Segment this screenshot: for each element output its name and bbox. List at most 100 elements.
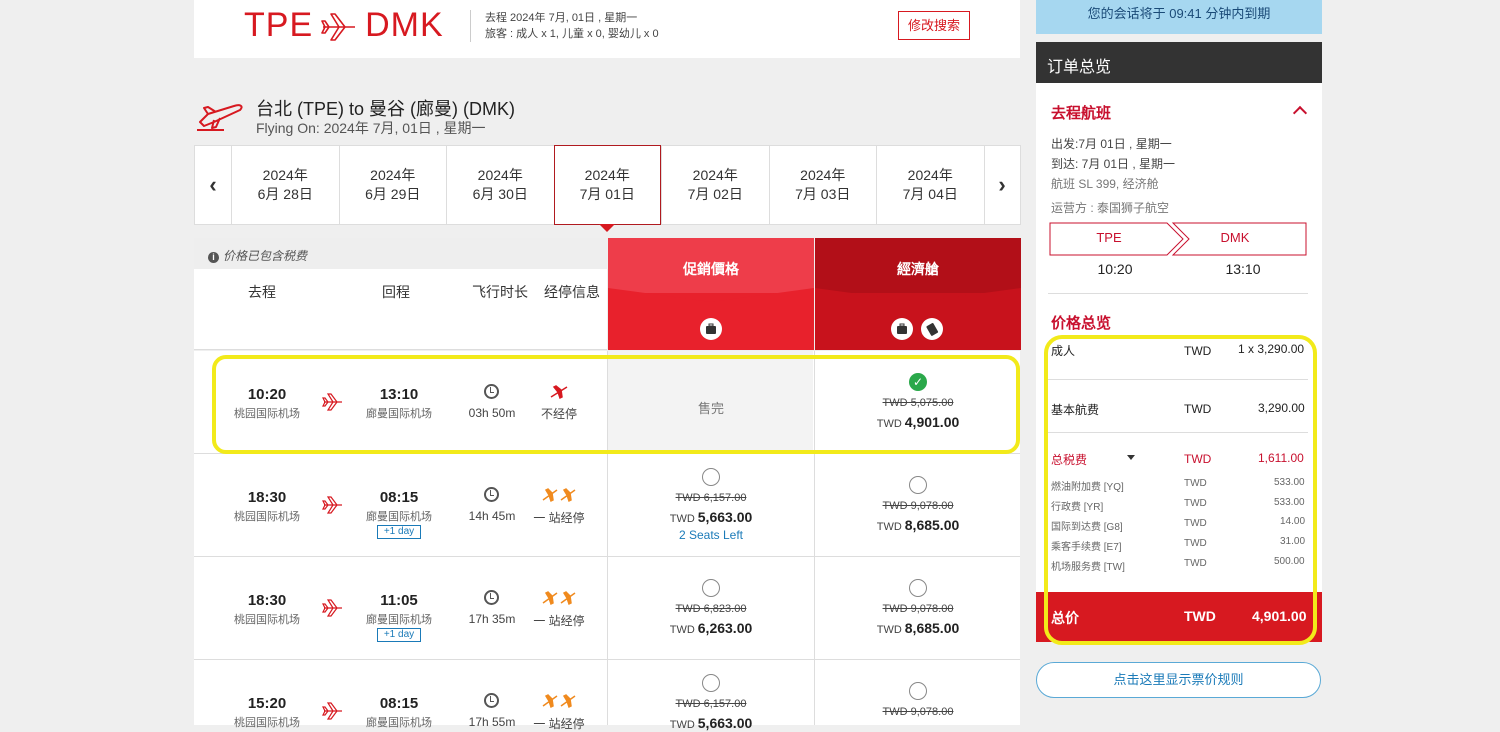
col-stops: 经停信息 bbox=[544, 284, 600, 300]
fare-promo-header[interactable]: 促銷價格 bbox=[608, 238, 814, 350]
departure-airport: 桃园国际机场 bbox=[234, 408, 300, 420]
summary-dep-time: 10:20 bbox=[1097, 261, 1133, 277]
fare-price: TWD 8,685.00 bbox=[876, 620, 960, 636]
total-price-bar: 总价 TWD 4,901.00 bbox=[1036, 592, 1322, 642]
tax-item: 行政费 [YR] bbox=[1051, 502, 1104, 513]
stop-info: 一 站经停 bbox=[533, 717, 585, 731]
tax-item: 乘客手续费 [E7] bbox=[1051, 542, 1122, 553]
destination-code: DMK bbox=[365, 6, 444, 44]
fare-radio[interactable] bbox=[909, 579, 927, 597]
trip-info: 去程 2024年 7月, 01日 , 星期一 旅客 : 成人 x 1, 儿童 x… bbox=[470, 10, 659, 42]
original-price: TWD 9,078.00 bbox=[882, 500, 954, 512]
original-price: TWD 9,078.00 bbox=[882, 706, 954, 718]
flight-row[interactable]: 18:30 桃园国际机场 11:05 廊曼国际机场 +1 day 17h 35m… bbox=[194, 557, 1020, 660]
arrive-date: 到达: 7月 01日 , 星期一 bbox=[1051, 157, 1176, 171]
tax-item: 机场服务费 [TW] bbox=[1051, 562, 1125, 573]
clock-icon bbox=[484, 590, 499, 605]
plus-one-day-badge: +1 day bbox=[377, 525, 421, 539]
clock-icon bbox=[484, 384, 499, 399]
departure-time: 18:30 bbox=[247, 489, 287, 506]
summary-origin: TPE bbox=[1096, 230, 1122, 245]
economy-fare-cell[interactable]: TWD 9,078.00 TWD 8,685.00 bbox=[814, 557, 1020, 659]
economy-fare-cell[interactable]: TWD 9,078.00 bbox=[814, 660, 1020, 725]
session-timer: 您的会话将于 09:41 分钟内到期 bbox=[1036, 0, 1322, 34]
trip-date: 去程 2024年 7月, 01日 , 星期一 bbox=[485, 12, 638, 24]
arrival-time: 08:15 bbox=[379, 695, 419, 712]
promo-fare-cell[interactable]: TWD 6,823.00 TWD 6,263.00 bbox=[607, 557, 813, 659]
base-fare-label: 基本航费 bbox=[1051, 403, 1100, 417]
original-price: TWD 5,075.00 bbox=[882, 397, 954, 409]
fare-price: TWD 6,263.00 bbox=[669, 620, 753, 636]
fare-radio[interactable] bbox=[702, 579, 720, 597]
clock-icon bbox=[484, 693, 499, 708]
plane-icon bbox=[322, 599, 342, 617]
price-section-title: 价格总览 bbox=[1051, 315, 1112, 332]
date-cell[interactable]: 2024年 6月 30日 bbox=[446, 146, 554, 224]
departure-time: 10:20 bbox=[247, 386, 287, 403]
base-fare-value: 3,290.00 bbox=[1258, 401, 1305, 415]
modify-search-button[interactable]: 修改搜索 bbox=[898, 11, 970, 40]
fare-rules-button[interactable]: 点击这里显示票价规则 bbox=[1036, 662, 1321, 698]
departure-airport: 桃园国际机场 bbox=[234, 614, 300, 626]
economy-fare-cell[interactable]: ✓ TWD 5,075.00 TWD 4,901.00 bbox=[814, 351, 1020, 453]
info-icon: i bbox=[208, 252, 219, 263]
fare-radio[interactable] bbox=[909, 682, 927, 700]
promo-fare-cell[interactable]: TWD 6,157.00 TWD 5,663.00 bbox=[607, 660, 813, 731]
fare-radio[interactable] bbox=[702, 468, 720, 486]
flight-row[interactable]: 18:30 桃园国际机场 08:15 廊曼国际机场 +1 day 14h 45m… bbox=[194, 454, 1020, 557]
original-price: TWD 9,078.00 bbox=[882, 603, 954, 615]
economy-fare-cell[interactable]: TWD 9,078.00 TWD 8,685.00 bbox=[814, 454, 1020, 556]
plane-icon bbox=[321, 13, 356, 41]
col-duration: 飞行时长 bbox=[472, 284, 528, 300]
fare-price: TWD 8,685.00 bbox=[876, 517, 960, 533]
date-cell[interactable]: 2024年 7月 03日 bbox=[768, 146, 877, 224]
tax-total-label[interactable]: 总税费 bbox=[1051, 451, 1087, 468]
plus-one-day-badge: +1 day bbox=[377, 628, 421, 642]
caret-down-icon[interactable] bbox=[1127, 455, 1135, 460]
summary-arr-time: 13:10 bbox=[1225, 261, 1261, 277]
arrival-time: 13:10 bbox=[379, 386, 419, 403]
arrival-time: 11:05 bbox=[380, 592, 418, 609]
promo-fare-cell[interactable]: TWD 6,157.00 TWD 5,663.00 2 Seats Left bbox=[607, 454, 813, 556]
fare-economy-label: 經濟艙 bbox=[897, 261, 939, 277]
checked-bag-icon bbox=[921, 318, 943, 340]
date-cell[interactable]: 2024年 7月 04日 bbox=[876, 146, 984, 224]
flight-row[interactable]: 15:20 桃园国际机场 08:15 廊曼国际机场 17h 55m 一 站经停 … bbox=[194, 660, 1020, 731]
departure-time: 15:20 bbox=[247, 695, 287, 712]
clock-icon bbox=[484, 487, 499, 502]
baggage-icon bbox=[700, 318, 722, 340]
date-cell[interactable]: 2024年 6月 28日 bbox=[231, 146, 339, 224]
arrival-airport: 廊曼国际机场 bbox=[366, 614, 432, 626]
flight-number: 航班 SL 399, 经济舱 bbox=[1051, 177, 1159, 191]
fare-radio[interactable] bbox=[702, 674, 720, 692]
col-return: 回程 bbox=[382, 284, 410, 300]
stop-info: 一 站经停 bbox=[533, 614, 585, 628]
flight-duration: 03h 50m bbox=[468, 406, 516, 420]
original-price: TWD 6,157.00 bbox=[675, 492, 747, 504]
original-price: TWD 6,823.00 bbox=[675, 603, 747, 615]
fare-price: TWD 4,901.00 bbox=[876, 414, 960, 430]
fare-radio[interactable] bbox=[909, 476, 927, 494]
check-icon[interactable]: ✓ bbox=[909, 373, 927, 391]
connecting-flight-icon bbox=[542, 694, 576, 709]
tax-total-value: 1,611.00 bbox=[1258, 451, 1304, 465]
flying-on-date: Flying On: 2024年 7月, 01日 , 星期一 bbox=[256, 120, 486, 136]
arrival-airport: 廊曼国际机场 bbox=[366, 717, 432, 729]
flight-duration: 17h 55m bbox=[468, 715, 516, 729]
selected-date-marker bbox=[599, 224, 615, 232]
summary-destination: DMK bbox=[1220, 230, 1250, 245]
next-date-chevron-right-icon[interactable]: › bbox=[983, 146, 1020, 224]
prev-date-chevron-left-icon[interactable]: ‹ bbox=[195, 146, 231, 224]
fare-economy-header[interactable]: 經濟艙 bbox=[815, 238, 1021, 350]
date-cell[interactable]: 2024年 6月 29日 bbox=[338, 146, 447, 224]
flight-duration: 17h 35m bbox=[468, 612, 516, 626]
takeoff-icon bbox=[197, 104, 243, 131]
arrival-airport: 廊曼国际机场 bbox=[366, 511, 432, 523]
date-cell[interactable]: 2024年 7月 02日 bbox=[661, 146, 769, 224]
stop-info: 不经停 bbox=[540, 407, 577, 421]
flight-row[interactable]: 10:20 桃园国际机场 13:10 廊曼国际机场 03h 50m 不经停 售完… bbox=[194, 351, 1020, 454]
connecting-flight-icon bbox=[542, 488, 576, 503]
date-cell-selected[interactable]: 2024年 7月 01日 bbox=[553, 145, 661, 225]
tax-note: i 价格已包含税费 bbox=[194, 238, 607, 269]
promo-fare-cell: 售完 bbox=[607, 351, 813, 453]
